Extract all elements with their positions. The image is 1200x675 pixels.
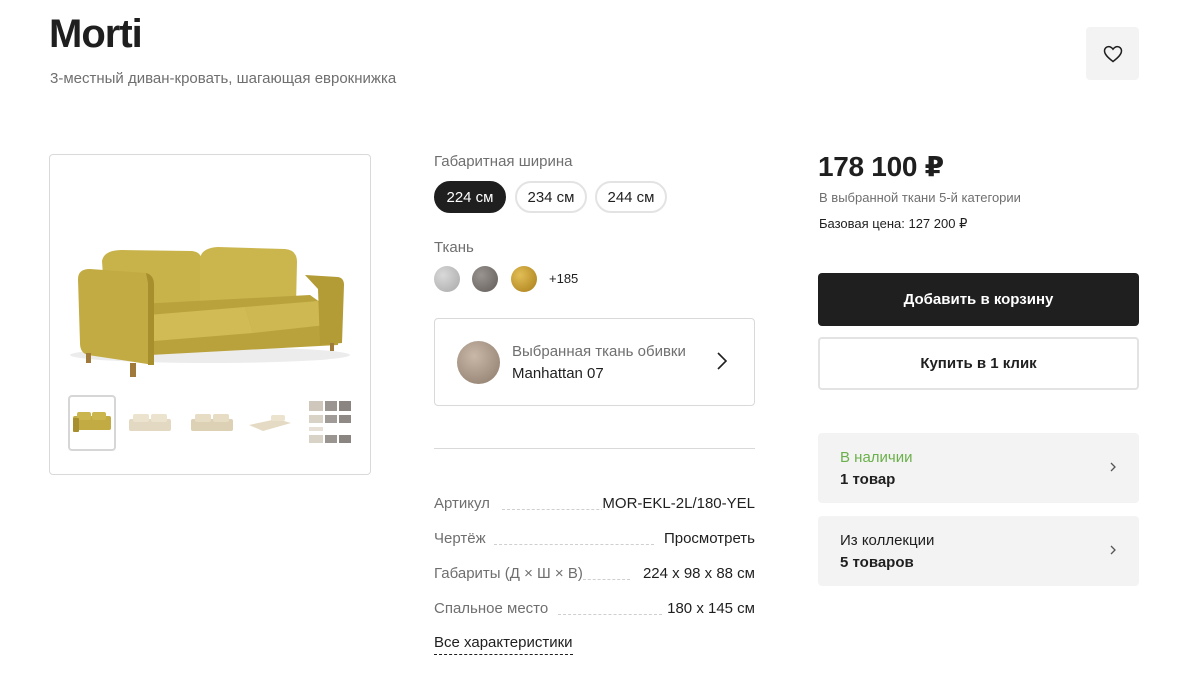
more-fabrics-link[interactable]: +185 <box>549 271 578 286</box>
chevron-right-icon <box>1110 462 1116 472</box>
add-to-cart-button[interactable]: Добавить в корзину <box>818 273 1139 326</box>
heart-icon <box>1103 45 1122 62</box>
fabric-label: Ткань <box>434 239 474 256</box>
width-option-label: Габаритная ширина <box>434 153 573 170</box>
favorite-button[interactable] <box>1086 27 1139 80</box>
spec-row-drawing: Чертёж Просмотреть <box>434 528 755 550</box>
spec-value: 224 x 98 x 88 см <box>642 565 755 582</box>
chevron-right-icon <box>717 352 728 370</box>
selected-fabric-name: Manhattan 07 <box>512 365 604 382</box>
all-specs-link[interactable]: Все характеристики <box>434 634 573 655</box>
base-price: Базовая цена: 127 200 ₽ <box>819 216 968 231</box>
chevron-right-icon <box>1110 545 1116 555</box>
selected-fabric-label: Выбранная ткань обивки <box>512 343 686 360</box>
thumbnail-dimensions-sheet[interactable] <box>306 395 354 451</box>
size-option-244[interactable]: 244 см <box>595 181 667 213</box>
swatch-light-grey[interactable] <box>434 266 460 292</box>
collection-label: Из коллекции <box>840 532 935 549</box>
spec-value: 180 x 145 см <box>667 600 755 617</box>
size-option-234[interactable]: 234 см <box>515 181 587 213</box>
sofa-main-image[interactable] <box>50 155 370 390</box>
fabric-thumbnail <box>457 341 500 384</box>
spec-key: Артикул <box>434 495 490 512</box>
swatch-dark-grey[interactable] <box>472 266 498 292</box>
spec-row-sleeping-area: Спальное место 180 x 145 см <box>434 598 755 620</box>
swatch-gold[interactable] <box>511 266 537 292</box>
availability-status: В наличии <box>840 449 913 466</box>
availability-count: 1 товар <box>840 471 896 488</box>
availability-card[interactable]: В наличии 1 товар <box>818 433 1139 503</box>
thumbnail-beige-sofa-2[interactable] <box>188 395 236 451</box>
selected-fabric-card[interactable]: Выбранная ткань обивки Manhattan 07 <box>434 318 755 406</box>
spec-key: Спальное место <box>434 600 549 617</box>
collection-count: 5 товаров <box>840 554 914 571</box>
spec-value: MOR-EKL-2L/180-YEL <box>602 495 755 512</box>
price-note: В выбранной ткани 5-й категории <box>819 190 1021 205</box>
view-drawing-link[interactable]: Просмотреть <box>663 530 755 547</box>
spec-key: Чертёж <box>434 530 486 547</box>
product-gallery <box>49 154 371 475</box>
thumbnail-beige-sofa-1[interactable] <box>126 395 174 451</box>
gallery-thumbnails <box>68 395 354 453</box>
size-option-224[interactable]: 224 см <box>434 181 506 213</box>
product-title: Morti <box>49 12 143 56</box>
divider <box>434 448 755 449</box>
spec-row-article: Артикул MOR-EKL-2L/180-YEL <box>434 493 755 515</box>
spec-row-dimensions: Габариты (Д × Ш × В) 224 x 98 x 88 см <box>434 563 755 585</box>
thumbnail-unfolded-bed[interactable] <box>246 395 294 451</box>
spec-key: Габариты (Д × Ш × В) <box>434 565 583 582</box>
collection-card[interactable]: Из коллекции 5 товаров <box>818 516 1139 586</box>
price: 178 100 ₽ <box>818 151 944 182</box>
thumbnail-yellow-sofa[interactable] <box>68 395 116 451</box>
buy-one-click-button[interactable]: Купить в 1 клик <box>818 337 1139 390</box>
product-subtitle: 3-местный диван-кровать, шагающая еврокн… <box>50 70 397 87</box>
